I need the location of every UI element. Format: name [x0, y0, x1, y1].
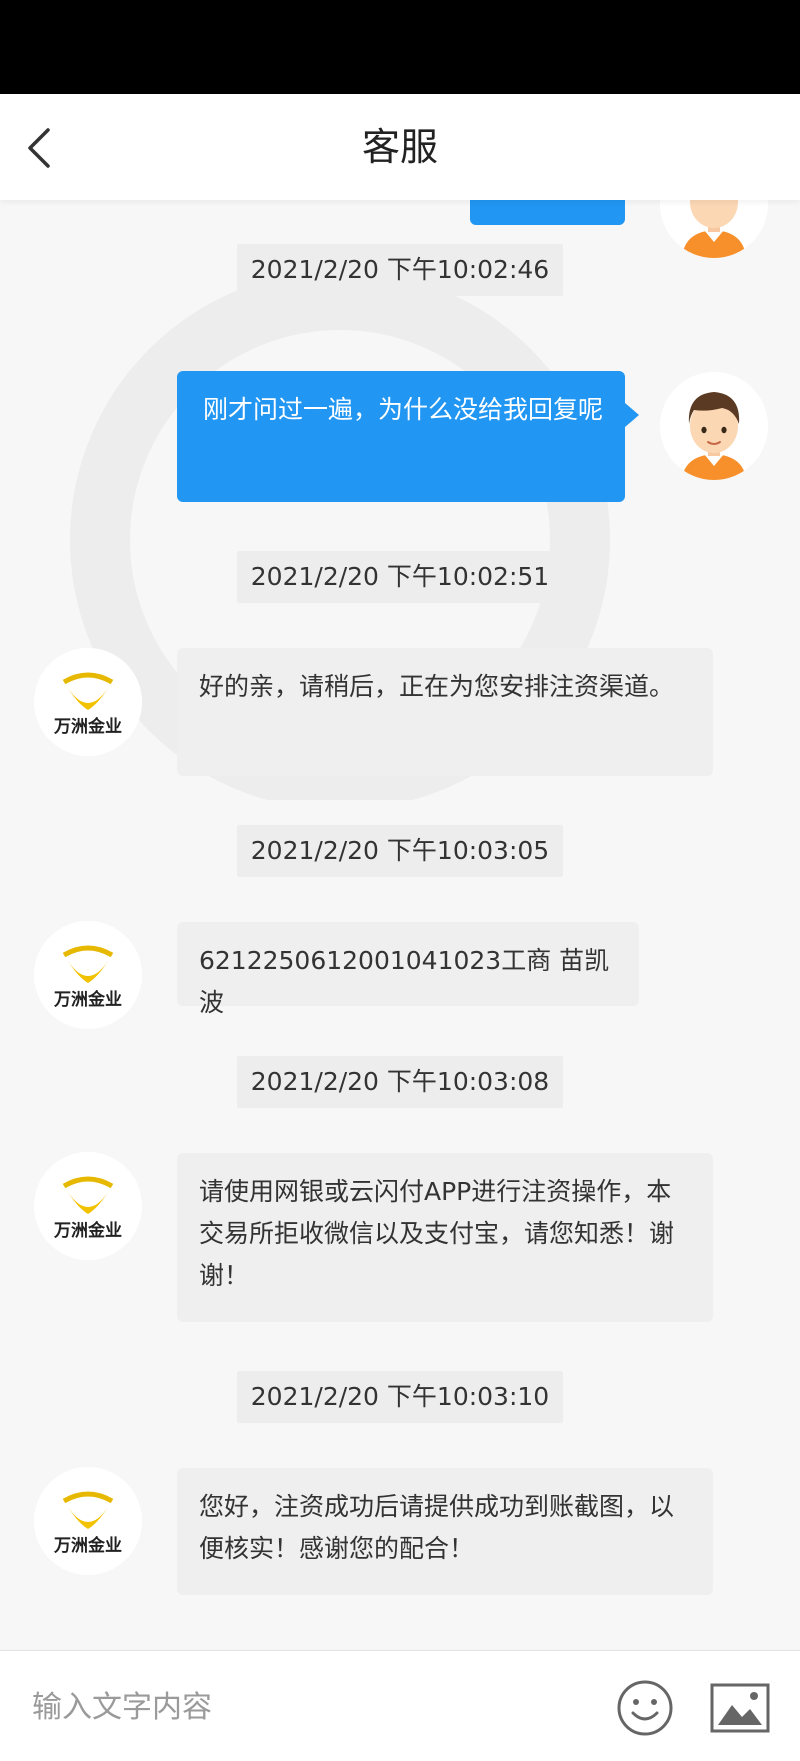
top-nav-bar: 客服	[0, 94, 800, 200]
emoji-button[interactable]	[616, 1679, 674, 1737]
smiley-icon	[617, 1680, 673, 1736]
user-avatar	[660, 372, 768, 480]
image-icon	[710, 1683, 770, 1733]
previous-message-bubble	[470, 200, 625, 225]
user-avatar	[660, 200, 768, 258]
svg-text:万洲金业: 万洲金业	[53, 1535, 122, 1556]
svg-text:万洲金业: 万洲金业	[53, 716, 122, 737]
message-timestamp: 2021/2/20 下午10:02:46	[237, 244, 563, 296]
agent-message-bubble[interactable]: 好的亲，请稍后，正在为您安排注资渠道。	[177, 648, 713, 776]
svg-text:万洲金业: 万洲金业	[53, 1220, 122, 1241]
page-title: 客服	[361, 125, 438, 169]
chat-message-list[interactable]: 2021/2/20 下午10:02:46 刚才问过一遍，为什么没给我回复呢 20…	[0, 200, 800, 1650]
message-timestamp: 2021/2/20 下午10:03:10	[237, 1371, 563, 1423]
message-timestamp: 2021/2/20 下午10:03:08	[237, 1056, 563, 1108]
user-avatar-icon	[660, 200, 768, 258]
agent-avatar: 万洲金业	[34, 648, 142, 756]
agent-message-bubble[interactable]: 6212250612001041023工商 苗凯波	[177, 922, 639, 1017]
agent-message-bubble[interactable]: 请使用网银或云闪付APP进行注资操作，本交易所拒收微信以及支付宝，请您知悉！谢谢…	[177, 1153, 713, 1322]
status-bar	[0, 0, 800, 94]
svg-text:万洲金业: 万洲金业	[53, 989, 122, 1010]
wanzhou-logo-icon: 万洲金业	[34, 1152, 142, 1260]
agent-avatar: 万洲金业	[34, 921, 142, 1029]
wanzhou-logo-icon: 万洲金业	[34, 921, 142, 1029]
image-button[interactable]	[710, 1683, 770, 1733]
message-timestamp: 2021/2/20 下午10:02:51	[237, 551, 563, 603]
message-input[interactable]	[30, 1673, 594, 1741]
agent-avatar: 万洲金业	[34, 1467, 142, 1575]
message-input-bar	[0, 1650, 800, 1761]
wanzhou-logo-icon: 万洲金业	[34, 648, 142, 756]
user-message-bubble[interactable]: 刚才问过一遍，为什么没给我回复呢	[177, 371, 639, 502]
message-timestamp: 2021/2/20 下午10:03:05	[237, 825, 563, 877]
agent-message-bubble[interactable]: 您好，注资成功后请提供成功到账截图，以便核实！感谢您的配合！	[177, 1468, 713, 1595]
agent-avatar: 万洲金业	[34, 1152, 142, 1260]
wanzhou-logo-icon: 万洲金业	[34, 1467, 142, 1575]
user-avatar-icon	[660, 372, 768, 480]
